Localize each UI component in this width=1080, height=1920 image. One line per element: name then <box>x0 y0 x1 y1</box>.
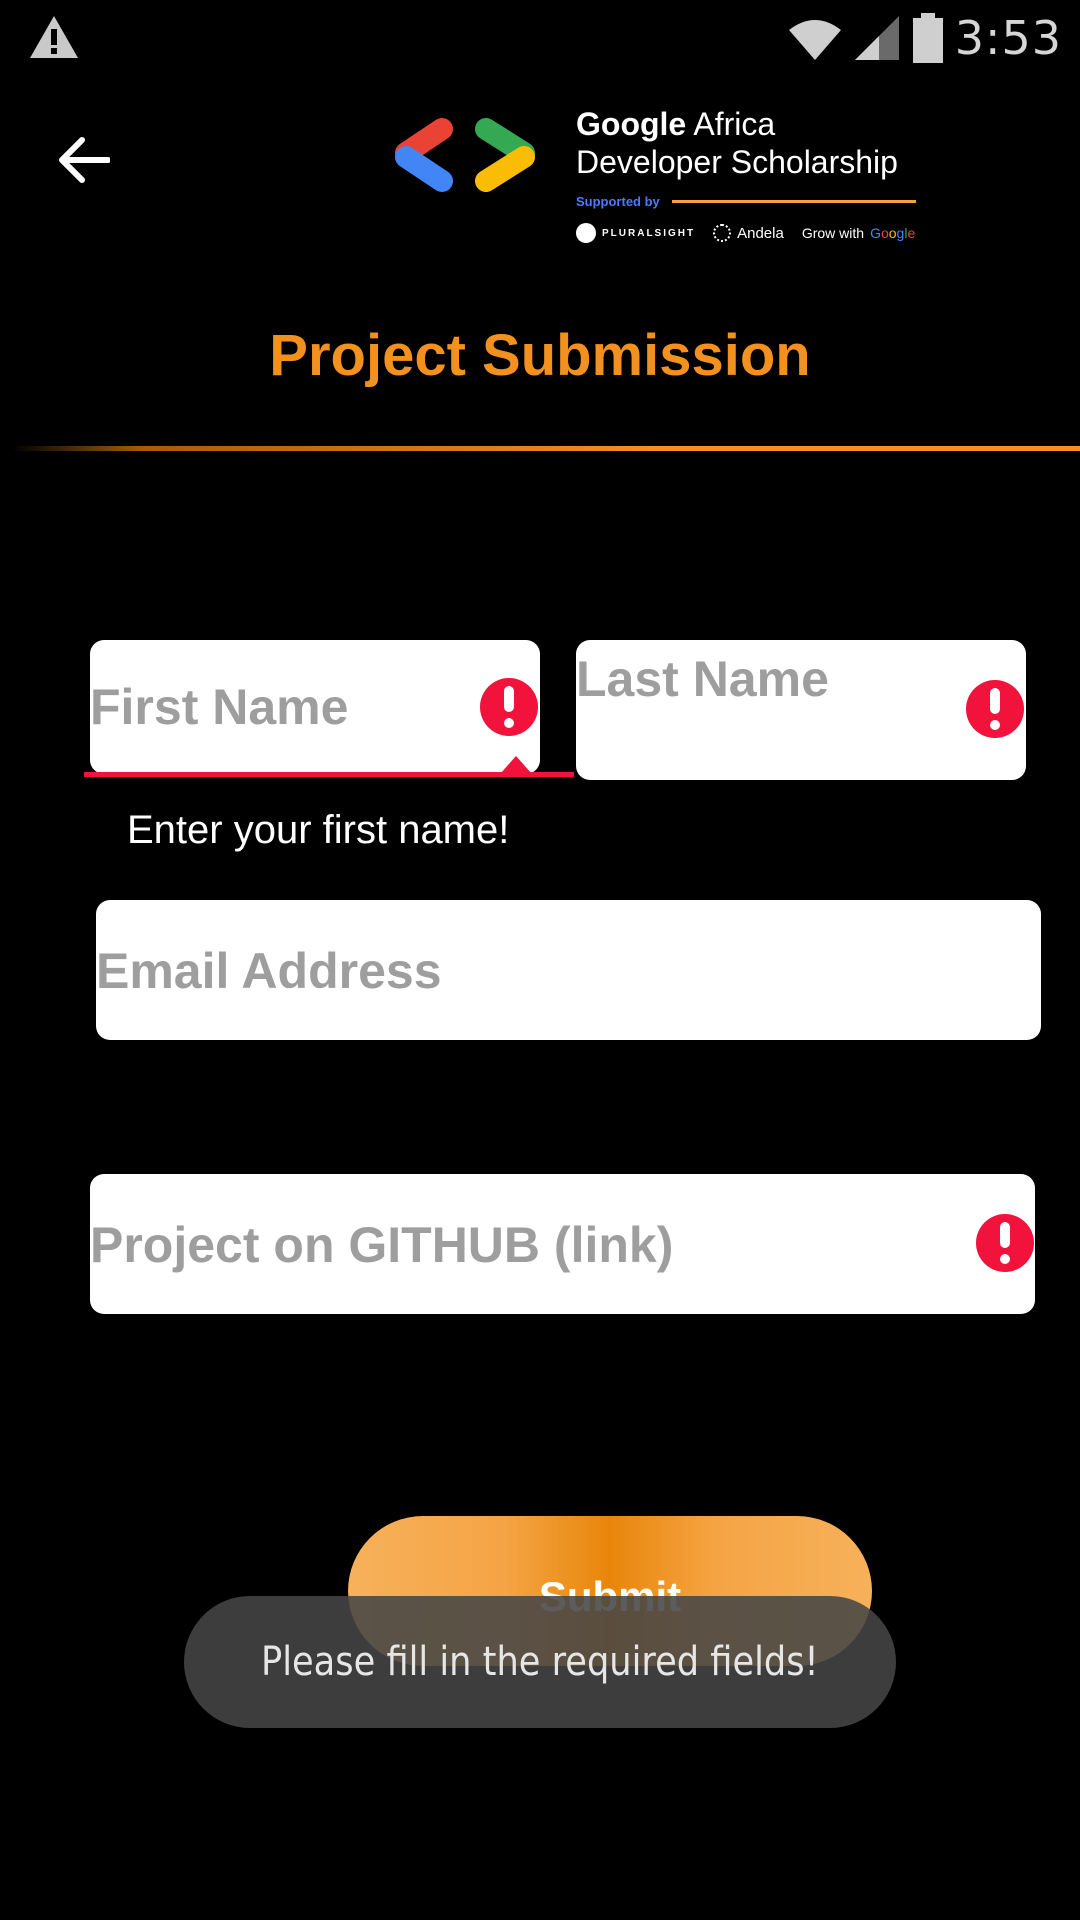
gads-logo-icon <box>395 118 535 192</box>
last-name-placeholder: Last Name <box>576 651 829 707</box>
last-name-field[interactable]: Last Name <box>576 640 1026 780</box>
supported-by-label: Supported by <box>576 194 660 209</box>
error-icon <box>976 1214 1034 1272</box>
supported-by-rule <box>671 200 916 203</box>
first-name-error-text: Enter your first name! <box>127 808 510 852</box>
title-divider <box>12 446 1080 451</box>
andela-logo-icon <box>713 224 732 242</box>
brand-block: Google Africa Developer Scholarship Supp… <box>576 106 916 243</box>
cell-signal-icon <box>854 16 899 60</box>
back-button[interactable] <box>52 128 116 192</box>
email-field[interactable]: Email Address <box>96 900 1041 1040</box>
brand-line2: Developer Scholarship <box>576 144 898 180</box>
status-time: 3:53 <box>954 11 1062 65</box>
arrow-left-icon <box>59 137 110 183</box>
pluralsight-logo-icon <box>576 223 596 243</box>
wifi-icon <box>788 20 841 60</box>
partner-pluralsight: PLURALSIGHT <box>576 223 695 243</box>
warning-icon <box>30 16 78 58</box>
partner-grow-with-google: Grow with Google <box>801 225 916 241</box>
status-icons: 3:53 <box>787 8 1062 68</box>
partners-row: PLURALSIGHT Andela Grow with Google <box>576 223 916 243</box>
first-name-placeholder: First Name <box>90 679 349 735</box>
supported-by-row: Supported by <box>576 194 916 209</box>
first-name-field[interactable]: First Name <box>90 640 540 774</box>
toast-message: Please fill in the required fields! <box>261 1639 819 1685</box>
brand-line1: Google Africa <box>576 106 776 142</box>
error-icon <box>480 678 538 736</box>
partner-andela: Andela <box>713 224 784 242</box>
status-bar: 3:53 <box>0 0 1080 76</box>
battery-icon <box>912 13 943 63</box>
email-placeholder: Email Address <box>96 943 442 999</box>
github-link-field[interactable]: Project on GITHUB (link) <box>90 1174 1035 1314</box>
toast: Please fill in the required fields! <box>184 1596 896 1728</box>
error-icon <box>966 680 1024 738</box>
error-pointer <box>500 756 532 774</box>
google-wordmark: Google <box>870 225 916 241</box>
page-title: Project Submission <box>269 323 811 388</box>
github-link-placeholder: Project on GITHUB (link) <box>90 1217 674 1273</box>
